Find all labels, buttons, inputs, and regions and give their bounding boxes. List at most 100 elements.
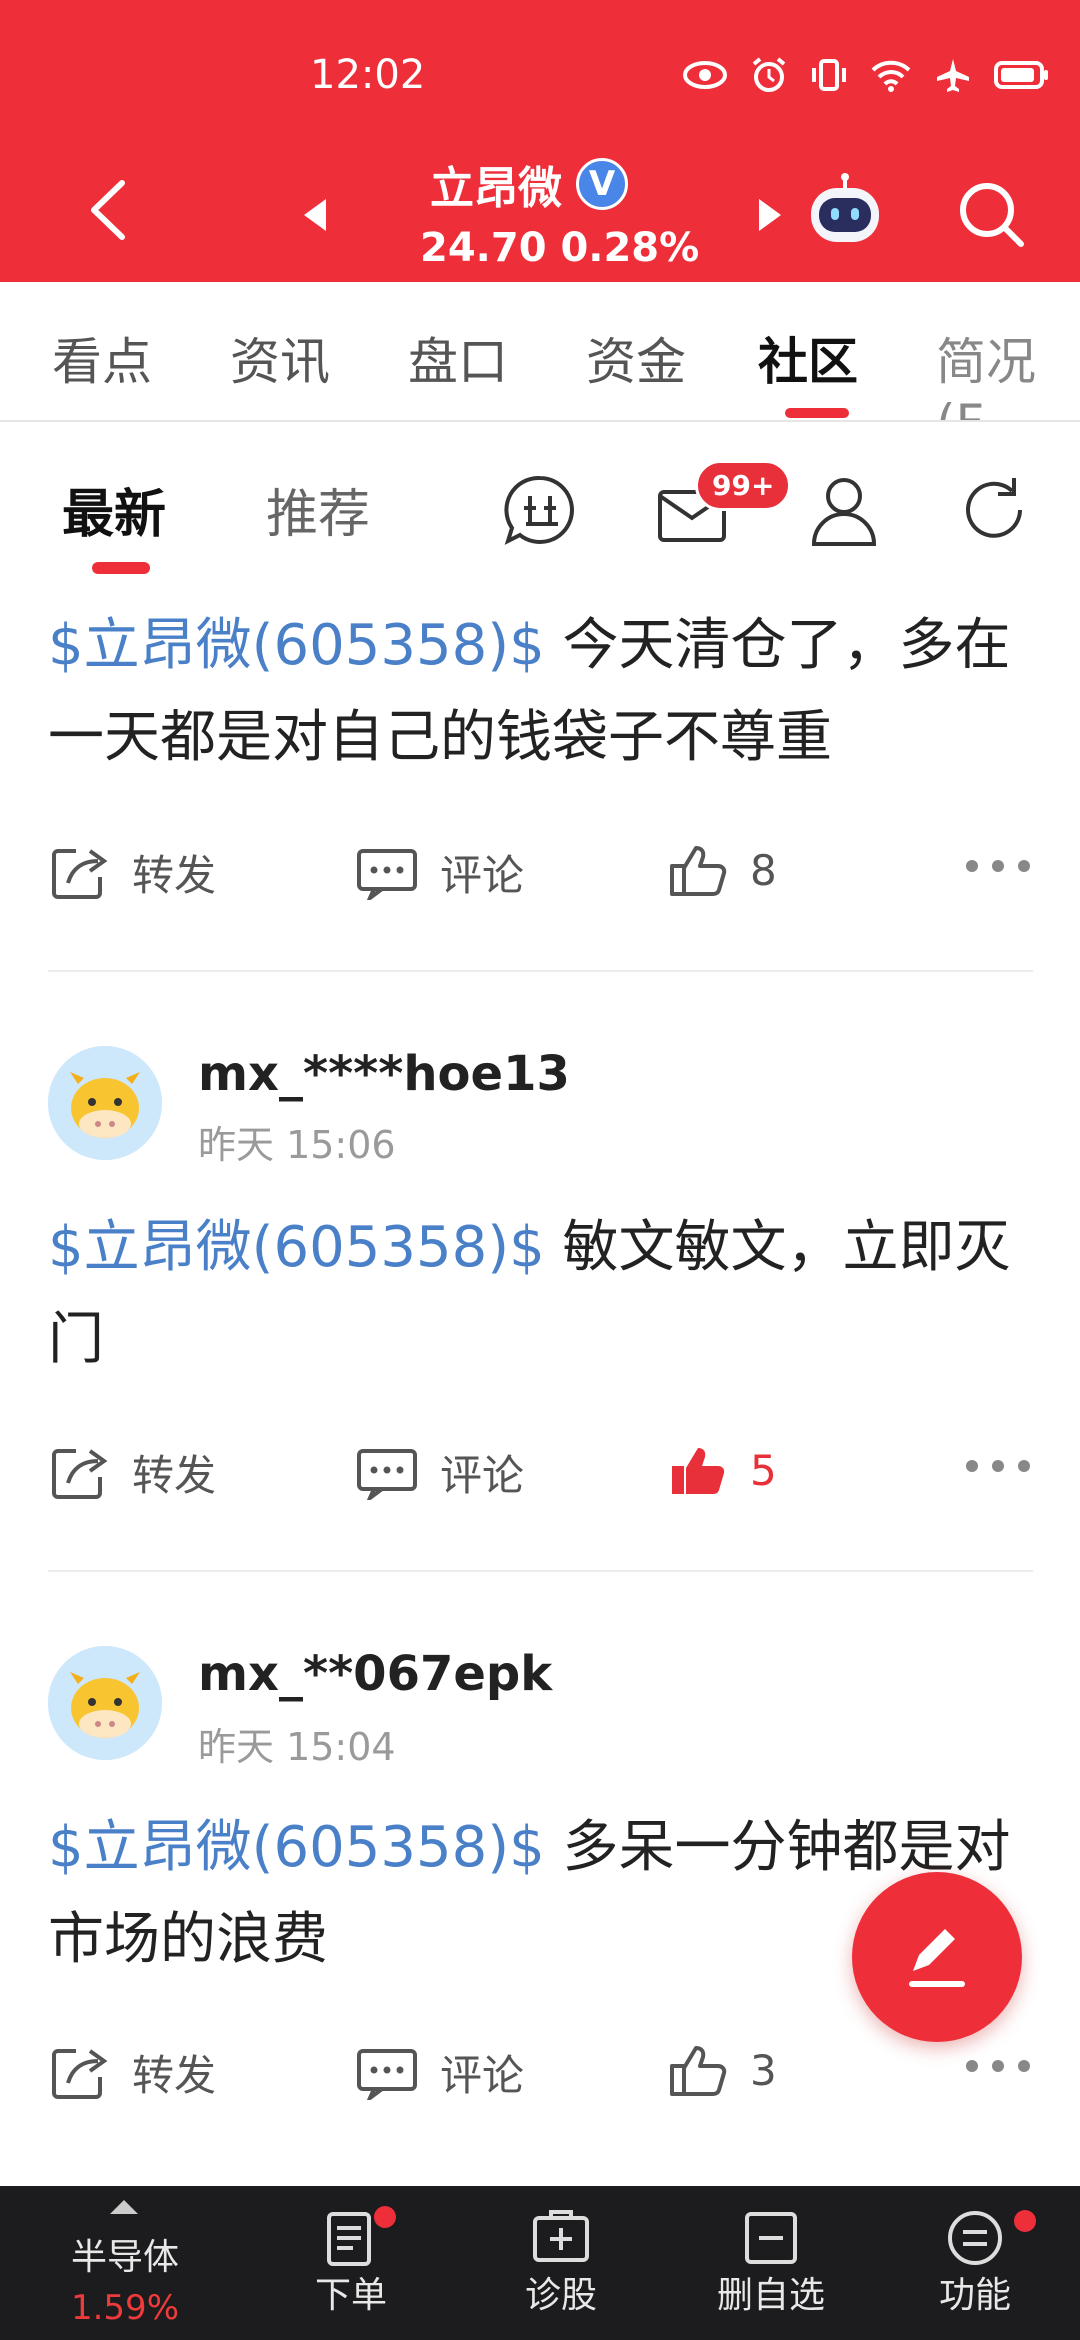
stock-price: 24.70 0.28% — [420, 225, 700, 271]
subtab-latest[interactable]: 最新 — [62, 472, 166, 547]
search-icon[interactable] — [955, 178, 1027, 250]
avatar[interactable] — [48, 1646, 162, 1760]
compose-post-button[interactable] — [852, 1872, 1022, 2042]
sector-name: 半导体 — [70, 2237, 179, 2278]
menu-circle-icon — [948, 2211, 1002, 2265]
order-icon — [327, 2212, 371, 2266]
wifi-icon — [871, 60, 911, 92]
community-subtabs: 最新 推荐 99+ — [0, 422, 1080, 587]
tab-funds[interactable]: 资金 — [586, 322, 686, 394]
like-count: 5 — [750, 1445, 777, 1495]
comment-icon — [357, 848, 417, 900]
tab-community[interactable]: 社区 — [758, 322, 858, 394]
pencil-icon — [909, 1929, 965, 1987]
like-button[interactable]: 5 — [668, 1442, 777, 1498]
remove-watchlist-icon — [745, 2212, 797, 2264]
stock-tabs: 看点 资讯 盘口 资金 社区 简况(F — [0, 282, 1080, 422]
comment-icon — [357, 1448, 417, 1500]
comment-button[interactable]: 评论 — [356, 842, 524, 903]
forward-icon — [52, 2048, 108, 2099]
comment-label: 评论 — [440, 851, 525, 900]
functions-label: 功能 — [938, 2275, 1011, 2316]
post-divider — [48, 1570, 1033, 1572]
back-icon[interactable] — [80, 175, 140, 245]
post-content[interactable]: $立昂微(605358)$ 今天清仓了，多在一天都是对自己的钱袋子不尊重 — [48, 600, 1038, 784]
user-icon[interactable] — [806, 472, 882, 548]
tab-orderbook[interactable]: 盘口 — [408, 322, 508, 394]
forward-button[interactable]: 转发 — [50, 2042, 216, 2103]
post-username[interactable]: mx_****hoe13 — [198, 1046, 570, 1102]
like-button[interactable]: 3 — [668, 2042, 777, 2098]
forward-button[interactable]: 转发 — [50, 842, 216, 903]
eye-icon — [683, 61, 727, 89]
forward-label: 转发 — [132, 851, 217, 900]
thumbs-up-filled-icon — [672, 1448, 725, 1494]
more-icon[interactable] — [966, 2060, 1030, 2072]
alarm-icon — [752, 57, 786, 92]
active-subtab-indicator — [92, 562, 150, 574]
status-icons — [682, 56, 1050, 94]
caret-up-icon — [110, 2200, 138, 2214]
stock-header: 12:02 立昂微 V 24.70 0.28% — [0, 0, 1080, 282]
comment-label: 评论 — [440, 2051, 525, 2100]
forward-label: 转发 — [132, 2051, 217, 2100]
cow-avatar-icon — [48, 1646, 162, 1760]
tab-news[interactable]: 资讯 — [230, 322, 330, 394]
next-stock-icon[interactable] — [755, 195, 785, 235]
stock-title: 立昂微 V — [430, 152, 628, 216]
stock-tag-link[interactable]: $立昂微(605358)$ — [48, 1215, 545, 1280]
remove-watchlist-label: 删自选 — [716, 2275, 825, 2316]
order-notification-dot — [374, 2206, 396, 2228]
more-icon[interactable] — [966, 1460, 1030, 1472]
more-icon[interactable] — [966, 860, 1030, 872]
comment-button[interactable]: 评论 — [356, 1442, 524, 1503]
post-username[interactable]: mx_**067epk — [198, 1646, 552, 1702]
diagnose-icon — [533, 2210, 589, 2262]
avatar[interactable] — [48, 1046, 162, 1160]
comment-button[interactable]: 评论 — [356, 2042, 524, 2103]
stock-tag-link[interactable]: $立昂微(605358)$ — [48, 613, 545, 678]
airplane-icon — [937, 59, 969, 92]
comment-label: 评论 — [440, 1451, 525, 1500]
order-button[interactable]: 下单 — [246, 2186, 456, 2340]
robot-icon[interactable] — [805, 172, 885, 250]
verified-icon: V — [576, 158, 628, 210]
like-button[interactable]: 8 — [668, 842, 777, 898]
message-badge: 99+ — [695, 460, 792, 511]
diagnose-label: 诊股 — [524, 2275, 597, 2316]
sector-button[interactable]: 半导体 1.59% — [0, 2186, 250, 2340]
post-time: 昨天 15:06 — [198, 1123, 396, 1167]
forward-label: 转发 — [132, 1451, 217, 1500]
cow-avatar-icon — [48, 1046, 162, 1160]
vibrate-icon — [812, 59, 846, 91]
post-actions: 转发 评论 8 — [0, 832, 1080, 912]
tab-highlights[interactable]: 看点 — [52, 322, 152, 394]
post-actions: 转发 评论 5 — [0, 1432, 1080, 1512]
post-actions: 转发 评论 3 — [0, 2032, 1080, 2112]
subtab-recommend[interactable]: 推荐 — [266, 472, 370, 547]
bottom-bar: 半导体 1.59% 下单 诊股 删自选 功能 — [0, 2186, 1080, 2340]
active-tab-indicator — [785, 408, 849, 418]
post-content[interactable]: $立昂微(605358)$ 敏文敏文，立即灭门 — [48, 1202, 1038, 1386]
refresh-icon[interactable] — [956, 472, 1032, 548]
sector-change: 1.59% — [70, 2288, 179, 2328]
post-time: 昨天 15:04 — [198, 1725, 396, 1769]
stock-name: 立昂微 — [430, 163, 562, 214]
thumbs-up-icon — [670, 846, 727, 896]
prev-stock-icon[interactable] — [300, 195, 330, 235]
comment-icon — [357, 2048, 417, 2100]
remove-watchlist-button[interactable]: 删自选 — [666, 2186, 876, 2340]
like-count: 8 — [750, 845, 777, 895]
tab-profile[interactable]: 简况(F — [936, 322, 1080, 420]
forward-icon — [52, 848, 108, 899]
stock-tag-link[interactable]: $立昂微(605358)$ — [48, 1815, 545, 1880]
order-label: 下单 — [314, 2275, 387, 2316]
forward-icon — [52, 1448, 108, 1499]
status-time: 12:02 — [310, 52, 426, 98]
forward-button[interactable]: 转发 — [50, 1442, 216, 1503]
diagnose-button[interactable]: 诊股 — [456, 2186, 666, 2340]
functions-notification-dot — [1014, 2210, 1036, 2232]
topic-icon[interactable] — [502, 472, 578, 548]
post-divider — [48, 970, 1033, 972]
functions-button[interactable]: 功能 — [870, 2186, 1080, 2340]
